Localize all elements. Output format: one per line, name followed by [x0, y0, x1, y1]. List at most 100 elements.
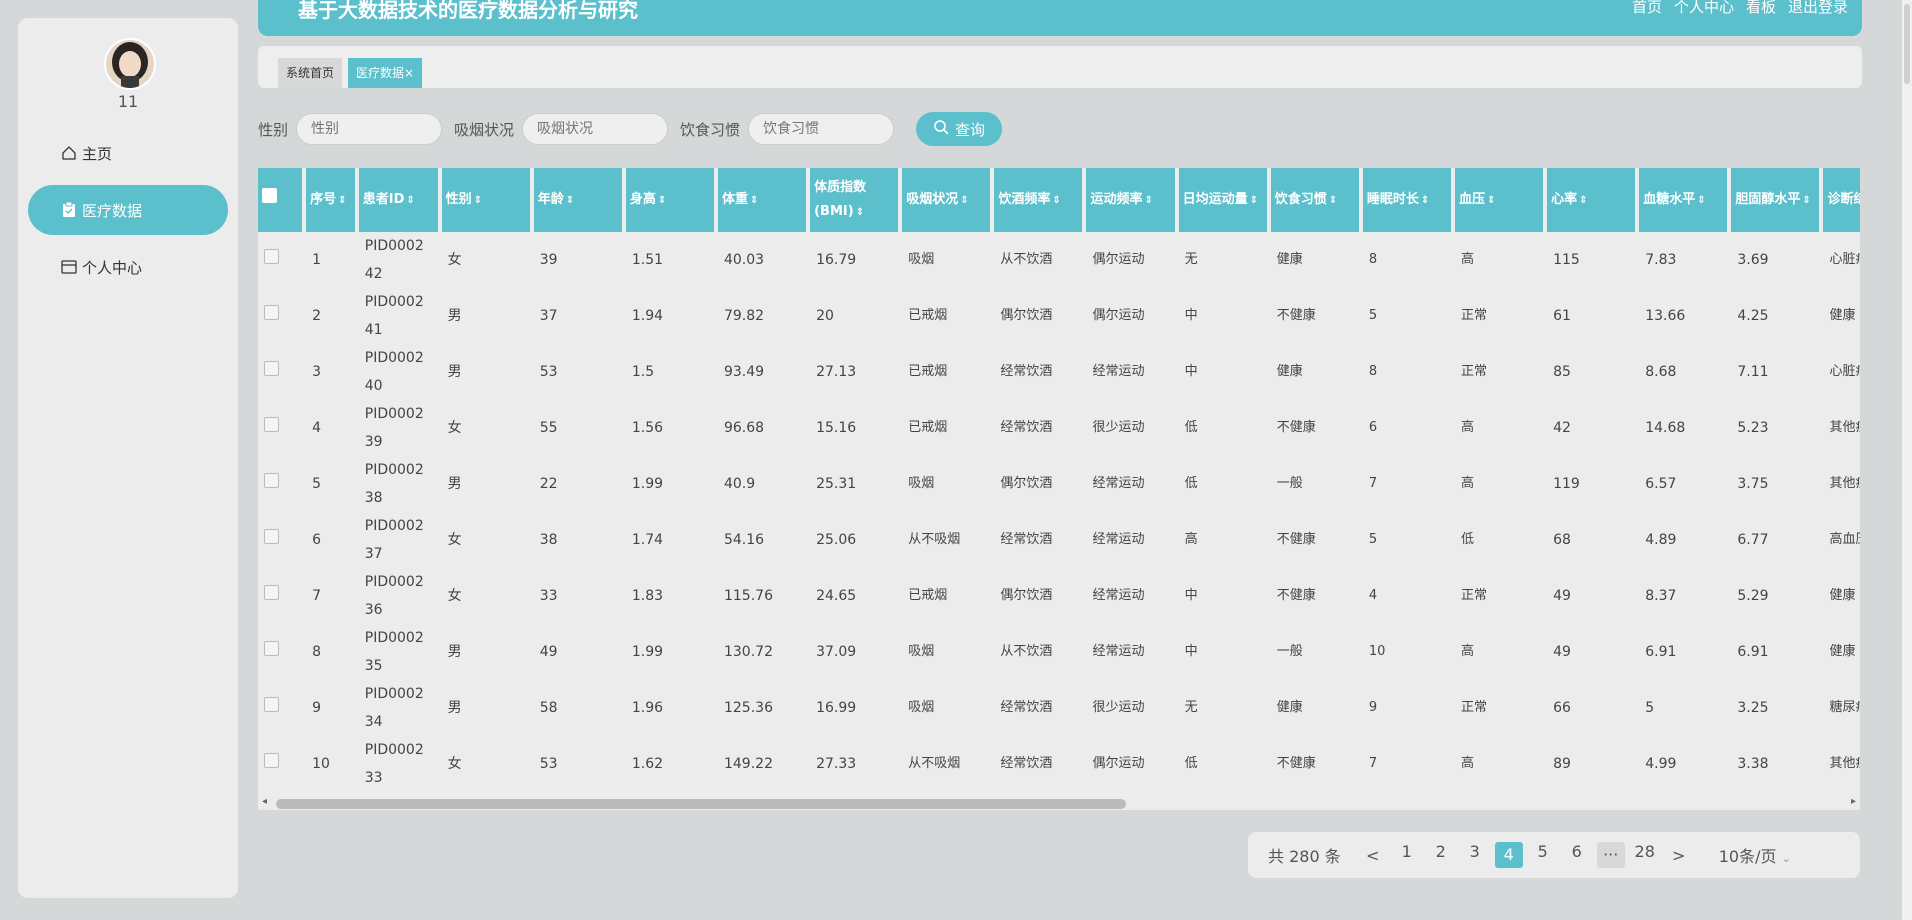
- sort-icon[interactable]: ⇕: [1250, 195, 1258, 206]
- table-row[interactable]: 3 PID000240 男 53 1.5 93.49 27.13 已戒烟 经常饮酒 经常运动中健康…: [258, 344, 1860, 400]
- table-row[interactable]: 9 PID000234 男 58 1.96 125.36 16.99 吸烟 经常饮酒 很少运动无健…: [258, 680, 1860, 736]
- close-icon[interactable]: ×: [404, 66, 414, 80]
- row-select-cell: [258, 736, 303, 792]
- table-cell: 115: [1547, 232, 1636, 288]
- scroll-right-icon[interactable]: ▸: [1851, 796, 1856, 807]
- smoking-input[interactable]: [522, 113, 669, 145]
- sort-icon[interactable]: ⇕: [1052, 195, 1060, 206]
- table-cell: PID000238: [358, 456, 438, 512]
- row-checkbox[interactable]: [264, 641, 279, 656]
- column-header[interactable]: 饮酒频率 ⇕: [994, 168, 1083, 232]
- next-page-button[interactable]: >: [1665, 846, 1693, 865]
- sort-icon[interactable]: ⇕: [1145, 195, 1153, 206]
- page-button[interactable]: 28: [1631, 842, 1659, 868]
- sort-icon[interactable]: ⇕: [658, 195, 666, 206]
- sidebar-item-medical-data[interactable]: 医疗数据: [28, 185, 228, 235]
- row-checkbox[interactable]: [264, 473, 279, 488]
- sort-icon[interactable]: ⇕: [960, 195, 968, 206]
- page-button[interactable]: 2: [1427, 842, 1455, 868]
- row-checkbox[interactable]: [264, 753, 279, 768]
- sidebar-item-profile[interactable]: 个人中心: [28, 242, 228, 292]
- sort-icon[interactable]: ⇕: [1487, 195, 1495, 206]
- sort-icon[interactable]: ⇕: [338, 195, 346, 206]
- row-checkbox[interactable]: [264, 697, 279, 712]
- header-link-home[interactable]: 首页: [1632, 0, 1662, 17]
- page-button[interactable]: 4: [1494, 842, 1523, 868]
- column-header[interactable]: 身高 ⇕: [625, 168, 714, 232]
- query-button[interactable]: 查询: [916, 112, 1003, 146]
- vertical-scrollbar-thumb[interactable]: [1904, 4, 1910, 84]
- column-header[interactable]: 诊断结果⇕: [1823, 168, 1860, 232]
- avatar[interactable]: [104, 38, 156, 90]
- sort-icon[interactable]: ⇕: [1329, 195, 1337, 206]
- column-header[interactable]: 运动频率 ⇕: [1086, 168, 1175, 232]
- column-header[interactable]: 年龄 ⇕: [533, 168, 622, 232]
- table-row[interactable]: 4 PID000239 女 55 1.56 96.68 15.16 已戒烟 经常饮酒 很少运动低不…: [258, 400, 1860, 456]
- table-cell: 42: [1547, 400, 1636, 456]
- sort-icon[interactable]: ⇕: [1802, 195, 1810, 206]
- table-row[interactable]: 2 PID000241 男 37 1.94 79.82 20 已戒烟 偶尔饮酒 偶尔运动中不健康 5…: [258, 288, 1860, 344]
- scroll-left-icon[interactable]: ◂: [262, 796, 267, 807]
- column-header[interactable]: 体质指数(BMI) ⇕: [810, 168, 899, 232]
- table-row[interactable]: 10 PID000233 女 53 1.62 149.22 27.33 从不吸烟 经常饮酒 偶尔运…: [258, 736, 1860, 792]
- column-header[interactable]: 患者ID ⇕: [358, 168, 438, 232]
- column-header[interactable]: 心率 ⇕: [1547, 168, 1636, 232]
- sort-icon[interactable]: ⇕: [1697, 195, 1705, 206]
- column-header[interactable]: 序号 ⇕: [306, 168, 355, 232]
- column-header[interactable]: 胆固醇水平 ⇕: [1731, 168, 1820, 232]
- table-cell: 无: [1178, 232, 1267, 288]
- header-link-dashboard[interactable]: 看板: [1746, 0, 1776, 17]
- sort-icon[interactable]: ⇕: [750, 195, 758, 206]
- page-button[interactable]: 5: [1529, 842, 1557, 868]
- more-pages-button[interactable]: ···: [1596, 842, 1625, 868]
- page-button[interactable]: 6: [1563, 842, 1591, 868]
- sort-icon[interactable]: ⇕: [406, 195, 414, 206]
- table-cell: 8: [1362, 344, 1451, 400]
- column-header[interactable]: 吸烟状况 ⇕: [902, 168, 991, 232]
- vertical-scrollbar[interactable]: [1902, 0, 1912, 920]
- column-header[interactable]: 血压 ⇕: [1454, 168, 1544, 232]
- scrollbar-thumb[interactable]: [276, 799, 1126, 809]
- page-size-select[interactable]: 10条/页 ⌄: [1719, 843, 1791, 867]
- sort-icon[interactable]: ⇕: [1579, 195, 1587, 206]
- prev-page-button[interactable]: <: [1359, 846, 1387, 865]
- column-header[interactable]: 饮食习惯 ⇕: [1270, 168, 1359, 232]
- table-cell: 高: [1454, 736, 1544, 792]
- page-button[interactable]: 3: [1461, 842, 1489, 868]
- row-checkbox[interactable]: [264, 361, 279, 376]
- table-cell: 女: [441, 568, 530, 624]
- header-link-logout[interactable]: 退出登录: [1788, 0, 1848, 17]
- row-checkbox[interactable]: [264, 529, 279, 544]
- column-header[interactable]: 日均运动量 ⇕: [1178, 168, 1267, 232]
- table-row[interactable]: 5 PID000238 男 22 1.99 40.9 25.31 吸烟 偶尔饮酒 经常运动低一般 7…: [258, 456, 1860, 512]
- table-row[interactable]: 8 PID000235 男 49 1.99 130.72 37.09 吸烟 从不饮酒 经常运动中一…: [258, 624, 1860, 680]
- horizontal-scrollbar[interactable]: ◂ ▸: [258, 796, 1860, 810]
- sidebar-item-home[interactable]: 主页: [28, 128, 228, 178]
- select-all-checkbox[interactable]: [262, 188, 277, 203]
- diet-input[interactable]: [748, 113, 895, 145]
- column-header[interactable]: 性别 ⇕: [441, 168, 530, 232]
- table-cell: 5.29: [1731, 568, 1820, 624]
- table-cell: 5: [306, 456, 355, 512]
- table-row[interactable]: 7 PID000236 女 33 1.83 115.76 24.65 已戒烟 偶尔饮酒 经常运动中…: [258, 568, 1860, 624]
- row-checkbox[interactable]: [264, 305, 279, 320]
- table-cell: 中: [1178, 624, 1267, 680]
- row-checkbox[interactable]: [264, 417, 279, 432]
- column-header[interactable]: 体重 ⇕: [717, 168, 807, 232]
- sort-icon[interactable]: ⇕: [566, 195, 574, 206]
- column-header[interactable]: 血糖水平 ⇕: [1639, 168, 1728, 232]
- sort-icon[interactable]: ⇕: [1421, 195, 1429, 206]
- sort-icon[interactable]: ⇕: [474, 195, 482, 206]
- sort-icon[interactable]: ⇕: [856, 207, 864, 218]
- page-button[interactable]: 1: [1393, 842, 1421, 868]
- row-checkbox[interactable]: [264, 249, 279, 264]
- row-checkbox[interactable]: [264, 585, 279, 600]
- column-header[interactable]: 睡眠时长 ⇕: [1362, 168, 1451, 232]
- table-row[interactable]: 6 PID000237 女 38 1.74 54.16 25.06 从不吸烟 经常饮酒 经常运动高…: [258, 512, 1860, 568]
- gender-input[interactable]: [296, 113, 443, 145]
- table-cell: 健康: [1823, 568, 1860, 624]
- tab-system-home[interactable]: 系统首页: [278, 58, 343, 88]
- header-link-profile[interactable]: 个人中心: [1674, 0, 1734, 17]
- table-row[interactable]: 1 PID000242 女 39 1.51 40.03 16.79 吸烟 从不饮酒 偶尔运动无健康…: [258, 232, 1860, 288]
- tab-medical-data[interactable]: 医疗数据×: [348, 58, 423, 88]
